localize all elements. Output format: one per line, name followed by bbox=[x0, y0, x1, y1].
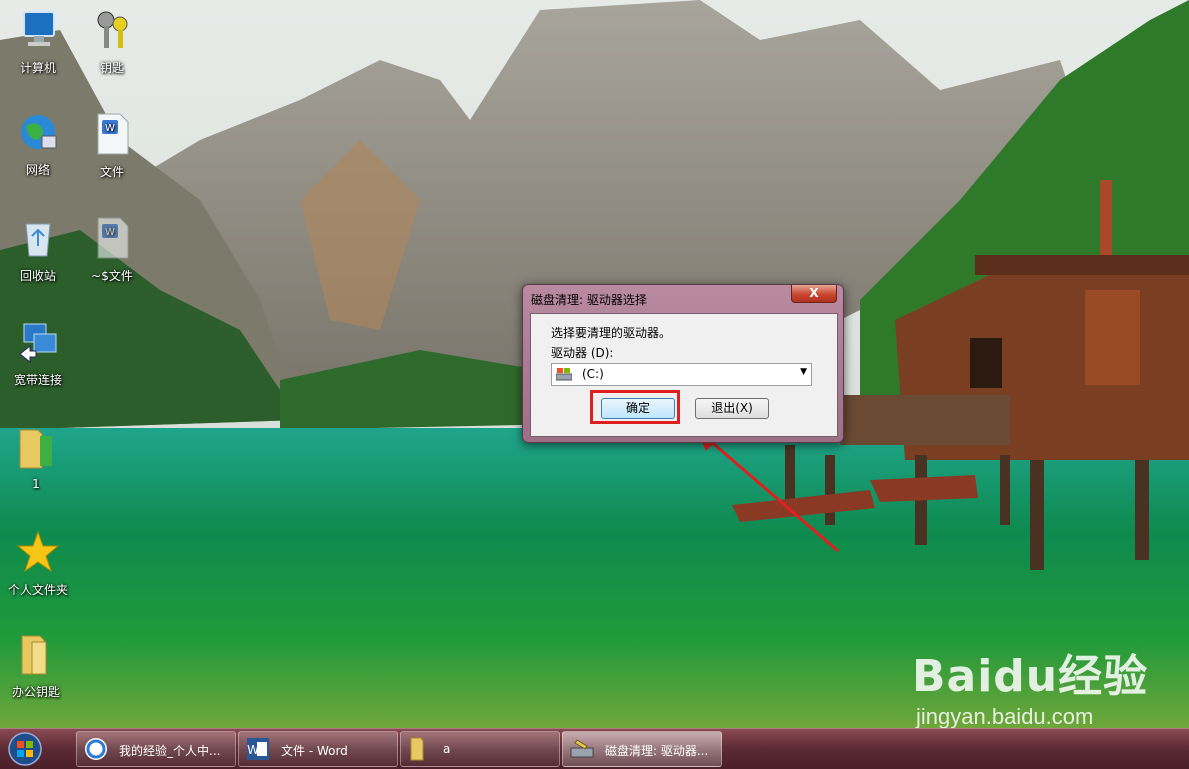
desktop-icon-folder-1[interactable]: 1 bbox=[0, 426, 74, 491]
svg-text:W: W bbox=[105, 227, 115, 238]
taskbar-item-label: 文件 - Word bbox=[281, 744, 348, 758]
dialog-prompt: 选择要清理的驱动器。 bbox=[551, 326, 672, 340]
annotation-arrow bbox=[696, 429, 839, 553]
desktop-icon-label: 1 bbox=[32, 477, 40, 491]
disk-cleanup-icon bbox=[570, 739, 594, 758]
wps-document-icon: W bbox=[97, 113, 129, 155]
disk-cleanup-drive-dialog: 磁盘清理: 驱动器选择 X 选择要清理的驱动器。 驱动器 (D): (C:) ▼… bbox=[522, 284, 844, 443]
broadband-connection-icon bbox=[19, 323, 57, 364]
desktop-icon-temp-file[interactable]: W ~$文件 bbox=[74, 216, 150, 284]
dialog-client-area: 选择要清理的驱动器。 驱动器 (D): (C:) ▼ 确定 退出(X) bbox=[530, 313, 838, 437]
computer-icon bbox=[23, 11, 55, 46]
taskbar-item-folder[interactable]: a bbox=[400, 731, 560, 767]
watermark-brand: Baidu经验 bbox=[912, 651, 1149, 702]
svg-text:W: W bbox=[105, 123, 115, 134]
desktop-icon-label: 办公钥匙 bbox=[11, 685, 60, 699]
desktop-icon-label: 文件 bbox=[99, 165, 124, 179]
desktop-icon-label: 个人文件夹 bbox=[7, 583, 68, 597]
hard-drive-icon bbox=[556, 368, 572, 381]
desktop-icon-broadband[interactable]: 宽带连接 bbox=[0, 320, 76, 388]
folder-icon bbox=[21, 635, 47, 675]
desktop-icon-label: ~$文件 bbox=[91, 269, 133, 283]
dialog-title: 磁盘清理: 驱动器选择 bbox=[531, 293, 647, 307]
folder-icon bbox=[19, 429, 52, 469]
start-button[interactable] bbox=[4, 731, 46, 767]
desktop-icon-keys[interactable]: 钥匙 bbox=[74, 8, 150, 76]
exit-button[interactable]: 退出(X) bbox=[695, 398, 769, 419]
close-button[interactable]: X bbox=[791, 285, 837, 303]
keys-icon bbox=[97, 11, 128, 48]
annotation-highlight-box bbox=[590, 390, 680, 424]
taskbar-item-browser[interactable]: 我的经验_个人中... bbox=[76, 731, 236, 767]
word-icon: W bbox=[247, 738, 269, 760]
desktop-icon-file[interactable]: W 文件 bbox=[74, 112, 150, 180]
svg-text:W: W bbox=[247, 743, 259, 757]
desktop-icon-label: 网络 bbox=[25, 163, 50, 177]
watermark-url: jingyan.baidu.com bbox=[916, 704, 1094, 729]
browser-icon bbox=[85, 738, 107, 760]
taskbar-item-label: a bbox=[443, 742, 451, 756]
taskbar-item-label: 磁盘清理: 驱动器... bbox=[605, 744, 709, 758]
desktop-icon-label: 钥匙 bbox=[99, 61, 124, 75]
network-globe-icon bbox=[21, 115, 57, 149]
desktop-icon-computer[interactable]: 计算机 bbox=[0, 8, 76, 76]
drive-label: 驱动器 (D): bbox=[551, 346, 614, 360]
folder-icon bbox=[410, 737, 424, 761]
desktop-icon-label: 计算机 bbox=[19, 61, 56, 75]
wps-document-icon: W bbox=[97, 217, 129, 259]
taskbar-item-label: 我的经验_个人中... bbox=[119, 744, 221, 758]
desktop-icon-recycle-bin[interactable]: 回收站 bbox=[0, 216, 76, 284]
desktop-icon-label: 宽带连接 bbox=[13, 373, 62, 387]
selected-drive: (C:) bbox=[582, 367, 604, 381]
drive-select[interactable]: (C:) ▼ bbox=[551, 363, 812, 386]
star-icon bbox=[16, 530, 60, 573]
desktop-icon-label: 回收站 bbox=[19, 269, 56, 283]
chevron-down-icon[interactable]: ▼ bbox=[800, 367, 807, 377]
desktop-icon-personal-folder[interactable]: 个人文件夹 bbox=[0, 530, 76, 598]
taskbar: 我的经验_个人中... W 文件 - Word a 磁盘清理: 驱动器... bbox=[0, 728, 1189, 769]
taskbar-item-word[interactable]: W 文件 - Word bbox=[238, 731, 398, 767]
desktop-icon-network[interactable]: 网络 bbox=[0, 110, 76, 178]
recycle-bin-icon bbox=[25, 223, 51, 257]
desktop-icon-office-keys[interactable]: 办公钥匙 bbox=[0, 632, 74, 700]
baidu-watermark: Baidu经验 jingyan.baidu.com bbox=[912, 640, 1148, 730]
taskbar-item-disk-cleanup[interactable]: 磁盘清理: 驱动器... bbox=[562, 731, 722, 767]
